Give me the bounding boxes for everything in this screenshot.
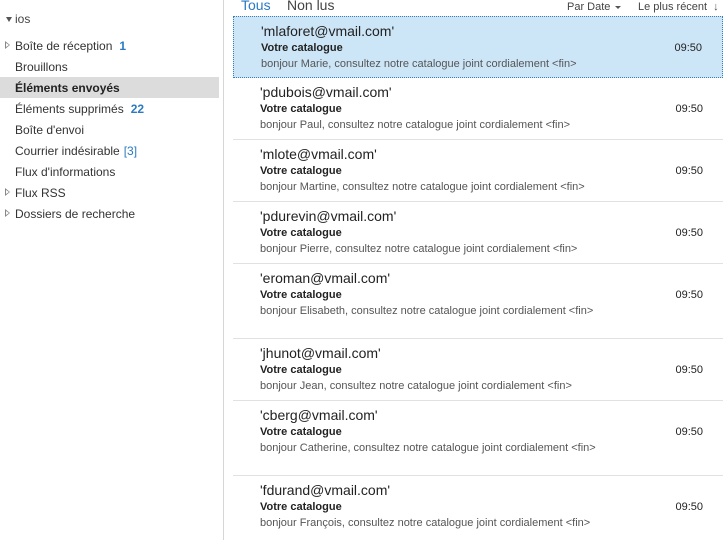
- message-row[interactable]: 'pdurevin@vmail.com' Votre catalogue bonjo…: [233, 202, 723, 264]
- message-time: 09:50: [675, 227, 703, 239]
- message-row[interactable]: 'pdubois@vmail.com' Votre catalogue bonjou…: [233, 78, 723, 140]
- message-subject: Votre catalogue: [261, 42, 343, 54]
- message-sender: 'eroman@vmail.com': [260, 270, 391, 286]
- filter-bar: Tous Non lus Par Date Le plus récent ↓: [233, 0, 723, 16]
- message-subject: Votre catalogue: [260, 426, 342, 438]
- message-row[interactable]: 'fdurand@vmail.com' Votre catalogue bonjou…: [233, 476, 723, 540]
- message-time: 09:50: [675, 165, 703, 177]
- collapse-triangle-icon[interactable]: [6, 17, 12, 22]
- message-row[interactable]: 'mlaforet@vmail.com' Votre catalogue bonjo…: [233, 16, 723, 78]
- folder-label: Flux d'informations: [15, 164, 116, 179]
- sort-order-toggle[interactable]: Le plus récent ↓: [638, 1, 719, 13]
- folder-item[interactable]: Éléments supprimés 22: [0, 98, 219, 119]
- message-sender: 'pdubois@vmail.com': [260, 84, 392, 100]
- message-preview: bonjour Marie, consultez notre catalogue…: [261, 58, 577, 70]
- message-sender: 'fdurand@vmail.com': [260, 482, 391, 498]
- message-row[interactable]: 'cberg@vmail.com' Votre catalogue bonjour …: [233, 401, 723, 476]
- message-sender: 'jhunot@vmail.com': [260, 345, 381, 361]
- folder-item[interactable]: Dossiers de recherche: [0, 203, 219, 224]
- folder-label: Boîte d'envoi: [15, 122, 85, 137]
- message-subject: Votre catalogue: [260, 227, 342, 239]
- tab-unread[interactable]: Non lus: [287, 0, 334, 13]
- folder-label: Brouillons: [15, 59, 68, 74]
- message-sender: 'mlaforet@vmail.com': [261, 23, 395, 39]
- message-list: 'mlaforet@vmail.com' Votre catalogue bonjo…: [233, 16, 723, 540]
- message-subject: Votre catalogue: [260, 165, 342, 177]
- sort-order-label: Le plus récent: [638, 1, 708, 13]
- tab-all[interactable]: Tous: [241, 0, 271, 13]
- message-subject: Votre catalogue: [260, 103, 342, 115]
- folder-item[interactable]: Boîte de réception 1: [0, 35, 219, 56]
- message-preview: bonjour Catherine, consultez notre catal…: [260, 442, 596, 454]
- folder-label: Boîte de réception: [15, 38, 113, 53]
- message-preview: bonjour Pierre, consultez notre catalogu…: [260, 243, 578, 255]
- sort-by-label: Par Date: [567, 1, 611, 13]
- folder-item[interactable]: Courrier indésirable [3]: [0, 140, 219, 161]
- folder-pane: ios Boîte de réception 1 Brouillons Élément…: [0, 0, 224, 540]
- message-sender: 'mlote@vmail.com': [260, 146, 377, 162]
- message-time: 09:50: [675, 364, 703, 376]
- message-time: 09:50: [675, 501, 703, 513]
- unread-count-badge: 1: [119, 38, 127, 53]
- message-subject: Votre catalogue: [260, 364, 342, 376]
- message-subject: Votre catalogue: [260, 501, 342, 513]
- folder-label: Éléments supprimés: [15, 101, 124, 116]
- message-time: 09:50: [675, 289, 703, 301]
- message-sender: 'cberg@vmail.com': [260, 407, 378, 423]
- message-sender: 'pdurevin@vmail.com': [260, 208, 397, 224]
- folder-item[interactable]: Boîte d'envoi: [0, 119, 219, 140]
- folder-item[interactable]: Flux d'informations: [0, 161, 219, 182]
- message-preview: bonjour Martine, consultez notre catalog…: [260, 181, 585, 193]
- expand-triangle-icon[interactable]: [5, 41, 10, 49]
- redacted-area: [2, 240, 142, 450]
- arrow-down-icon: ↓: [713, 0, 719, 13]
- sort-by-dropdown[interactable]: Par Date: [567, 1, 622, 13]
- folder-list: Boîte de réception 1 Brouillons Éléments en…: [0, 35, 219, 224]
- account-node[interactable]: ios: [6, 11, 30, 27]
- chevron-down-icon: [615, 5, 622, 9]
- expand-triangle-icon[interactable]: [5, 209, 10, 217]
- expand-triangle-icon[interactable]: [5, 188, 10, 196]
- folder-label: Flux RSS: [15, 185, 66, 200]
- message-list-pane: Tous Non lus Par Date Le plus récent ↓ '…: [233, 0, 723, 540]
- message-row[interactable]: 'mlote@vmail.com' Votre catalogue bonjour …: [233, 140, 723, 202]
- message-time: 09:50: [675, 426, 703, 438]
- unread-count-badge: 22: [130, 101, 145, 116]
- folder-label: Courrier indésirable: [15, 143, 120, 158]
- message-preview: bonjour Paul, consultez notre catalogue …: [260, 119, 571, 131]
- message-subject: Votre catalogue: [260, 289, 342, 301]
- message-row[interactable]: 'jhunot@vmail.com' Votre catalogue bonjour…: [233, 339, 723, 401]
- folder-item[interactable]: Brouillons: [0, 56, 219, 77]
- account-name: ios: [15, 12, 31, 26]
- message-preview: bonjour Elisabeth, consultez notre catal…: [260, 305, 594, 317]
- unread-count-badge: [3]: [123, 143, 138, 158]
- folder-label: Dossiers de recherche: [15, 206, 136, 221]
- folder-label: Éléments envoyés: [15, 80, 120, 95]
- message-preview: bonjour François, consultez notre catalo…: [260, 517, 591, 529]
- message-row[interactable]: 'eroman@vmail.com' Votre catalogue bonjour…: [233, 264, 723, 339]
- folder-item[interactable]: Flux RSS: [0, 182, 219, 203]
- message-preview: bonjour Jean, consultez notre catalogue …: [260, 380, 572, 392]
- folder-item[interactable]: Éléments envoyés: [0, 77, 219, 98]
- message-time: 09:50: [674, 42, 702, 54]
- message-time: 09:50: [675, 103, 703, 115]
